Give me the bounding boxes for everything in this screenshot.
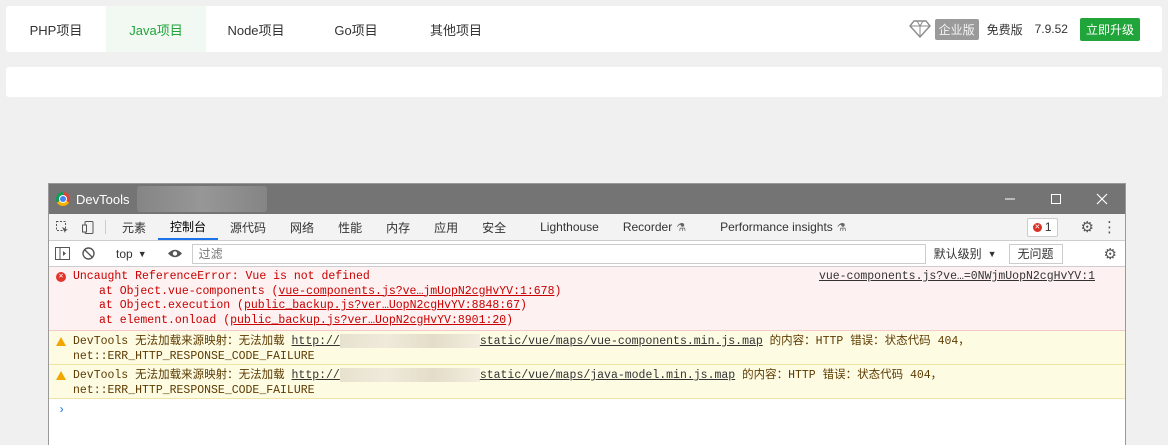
upgrade-button[interactable]: 立即升级	[1079, 17, 1140, 41]
maximize-icon[interactable]	[1033, 184, 1079, 214]
tab-performance-insights[interactable]: Performance insights ⚗	[698, 214, 859, 240]
window-controls	[987, 184, 1125, 214]
error-message: ✕ Uncaught ReferenceError: Vue is not de…	[49, 267, 1125, 331]
sourcemap-link[interactable]: http://static/vue/maps/vue-components.mi…	[292, 334, 763, 348]
tab-security[interactable]: 安全	[470, 214, 518, 240]
devtools-titlebar: DevTools	[49, 184, 1125, 214]
tab-elements[interactable]: 元素	[110, 214, 158, 240]
clear-console-icon[interactable]	[75, 247, 101, 260]
live-expression-eye-icon[interactable]	[162, 248, 188, 259]
error-count-badge[interactable]: ✕ 1	[1026, 217, 1058, 237]
device-toggle-icon[interactable]	[75, 214, 101, 240]
tab-application[interactable]: 应用	[422, 214, 470, 240]
warning-message: DevTools 无法加载来源映射：无法加载 http://static/vue…	[49, 331, 1125, 365]
version-area: 企业版 免费版 7.9.52 立即升级	[908, 6, 1162, 52]
tab-sources[interactable]: 源代码	[218, 214, 278, 240]
stack-frame-link[interactable]: vue-components.js?ve…jmUopN2cgHvYV:1:678	[278, 285, 554, 298]
warning-text-line2: net::ERR_HTTP_RESPONSE_CODE_FAILURE	[73, 383, 315, 397]
console-toolbar: top ▼ 默认级别 ▼ 无问题 ⚙	[49, 241, 1125, 267]
sourcemap-link[interactable]: http://static/vue/maps/java-model.min.js…	[292, 368, 735, 382]
context-selector[interactable]: top ▼	[110, 247, 153, 261]
version-number: 7.9.52	[1034, 22, 1068, 36]
stack-frame: at element.onload (public_backup.js?ver……	[99, 313, 514, 327]
devtools-window: DevTools 元素 控制台 源代码 网络 性能 内存 应用 安全 Light…	[49, 184, 1125, 445]
dropdown-arrow-icon: ▼	[137, 248, 147, 259]
warning-icon	[56, 336, 66, 346]
tab-bar-right: ✕ 1 ⚙ ⋮	[1026, 214, 1125, 240]
error-icon: ✕	[1032, 222, 1042, 232]
tab-performance[interactable]: 性能	[326, 214, 374, 240]
inspect-element-icon[interactable]	[49, 214, 75, 240]
warning-icon	[56, 370, 66, 380]
console-log-list: ✕ Uncaught ReferenceError: Vue is not de…	[49, 267, 1125, 421]
console-settings-gear-icon[interactable]: ⚙	[1096, 245, 1125, 263]
tab-performance-insights-label: Performance insights	[720, 220, 833, 234]
filter-input[interactable]	[191, 243, 926, 264]
blurred-host	[339, 368, 480, 382]
warning-text: DevTools 无法加载来源映射：无法加载 http://static/vue…	[73, 368, 943, 383]
close-icon[interactable]	[1079, 184, 1125, 214]
log-level-dropdown[interactable]: 默认级别 ▼	[934, 245, 997, 262]
dropdown-arrow-icon: ▼	[987, 248, 997, 259]
more-options-icon[interactable]: ⋮	[1102, 218, 1125, 236]
blurred-host	[339, 334, 480, 348]
blurred-url	[137, 186, 268, 212]
tab-memory[interactable]: 内存	[374, 214, 422, 240]
devtools-title: DevTools	[76, 191, 130, 207]
tab-go[interactable]: Go项目	[306, 6, 406, 52]
content-panel	[6, 67, 1162, 97]
stack-frame: at Object.vue-components (vue-components…	[99, 284, 562, 298]
tab-other[interactable]: 其他项目	[406, 6, 506, 52]
tab-php[interactable]: PHP项目	[6, 6, 106, 52]
tab-console[interactable]: 控制台	[158, 214, 219, 240]
tab-java[interactable]: Java项目	[106, 6, 206, 52]
tab-node[interactable]: Node项目	[206, 6, 306, 52]
tab-network[interactable]: 网络	[278, 214, 326, 240]
enterprise-badge[interactable]: 企业版	[934, 18, 979, 40]
sidebar-toggle-icon[interactable]	[49, 247, 75, 260]
stack-frame: at Object.execution (public_backup.js?ve…	[99, 299, 527, 312]
tab-lighthouse[interactable]: Lighthouse	[518, 214, 611, 240]
tab-recorder[interactable]: Recorder ⚗	[611, 214, 698, 240]
context-value: top	[116, 246, 133, 261]
diamond-icon	[908, 20, 931, 39]
separator	[105, 220, 106, 234]
settings-gear-icon[interactable]: ⚙	[1073, 218, 1102, 236]
devtools-tab-bar: 元素 控制台 源代码 网络 性能 内存 应用 安全 Lighthouse Rec…	[49, 214, 1125, 241]
chrome-icon	[56, 192, 70, 206]
free-edition-label: 免费版	[986, 22, 1023, 37]
warning-text: DevTools 无法加载来源映射：无法加载 http://static/vue…	[73, 334, 970, 349]
error-source-link[interactable]: vue-components.js?ve…=0NWjmUopN2cgHvYV:1	[819, 270, 1095, 285]
warning-message: DevTools 无法加载来源映射：无法加载 http://static/vue…	[49, 365, 1125, 399]
issues-button[interactable]: 无问题	[1008, 243, 1063, 264]
tab-recorder-label: Recorder	[622, 220, 673, 234]
log-level-label: 默认级别	[933, 247, 982, 261]
stack-frame-link[interactable]: public_backup.js?ver…UopN2cgHvYV:8848:67	[244, 299, 520, 312]
warning-text-line2: net::ERR_HTTP_RESPONSE_CODE_FAILURE	[73, 349, 315, 363]
console-prompt[interactable]: ›	[49, 399, 1125, 421]
flask-icon: ⚗	[836, 221, 847, 234]
error-count: 1	[1044, 220, 1052, 234]
flask-icon: ⚗	[676, 221, 687, 234]
stack-frame-link[interactable]: public_backup.js?ver…UopN2cgHvYV:8901:20	[230, 314, 506, 327]
error-icon: ✕	[56, 272, 66, 282]
minimize-icon[interactable]	[987, 184, 1033, 214]
project-tab-bar: PHP项目 Java项目 Node项目 Go项目 其他项目 企业版 免费版 7.…	[6, 6, 1162, 52]
